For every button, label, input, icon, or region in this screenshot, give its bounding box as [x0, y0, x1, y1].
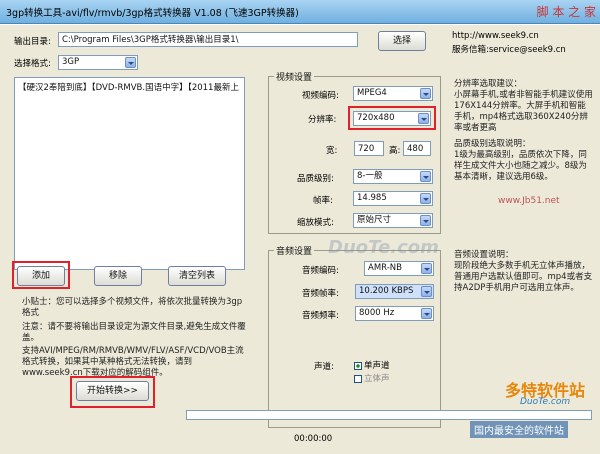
chevron-down-icon [421, 308, 432, 319]
fps-select[interactable]: 14.985 [353, 191, 433, 206]
main-panel: 输出目录: C:\Program Files\3GP格式转换器\输出目录1\ 选… [0, 25, 600, 454]
stereo-label: 立体声 [364, 374, 390, 384]
video-codec-value: MPEG4 [357, 88, 387, 98]
chevron-down-icon [420, 193, 431, 204]
height-input[interactable]: 480 [403, 141, 431, 156]
window-title: 3gp转换工具-avi/flv/rmvb/3gp格式转换器 V1.08 (飞速3… [6, 8, 299, 19]
choose-dir-button[interactable]: 选择 [378, 31, 426, 51]
chevron-down-icon [420, 171, 431, 182]
format-label: 选择格式: [14, 59, 51, 69]
chevron-down-icon [421, 263, 432, 274]
stereo-checkbox[interactable]: 立体声 [354, 372, 390, 384]
tip-warning: 注意：请不要将输出目录设定为源文件目录,避免生成文件覆盖。 [22, 322, 246, 343]
audio-codec-value: AMR-NB [368, 263, 402, 273]
chevron-down-icon [420, 215, 431, 226]
resolution-label: 分辨率: [308, 115, 337, 125]
quality-note: 1级为最高级别，品质依次下降，同样生成文件大小也随之减少。8级为基本清晰，建议选… [454, 150, 587, 182]
audio-bitrate-label: 音频帧率: [302, 289, 339, 299]
fps-label: 帧率: [313, 196, 333, 206]
chevron-down-icon [125, 57, 136, 68]
service-email: 服务信箱:service@seek9.cn [452, 45, 566, 55]
start-convert-button[interactable]: 开始转换>> [76, 381, 149, 401]
width-input[interactable]: 720 [354, 141, 384, 156]
progress-bar [186, 410, 592, 420]
file-list[interactable]: 【硬汉2奉陪到底】【DVD-RMVB.国语中字】【2011最新上 [14, 77, 245, 270]
scale-mode-value: 原始尺寸 [357, 215, 392, 225]
audio-rate-select[interactable]: 8000 Hz [355, 306, 434, 321]
audio-rate-value: 8000 Hz [359, 308, 395, 318]
video-codec-select[interactable]: MPEG4 [353, 86, 433, 101]
audio-rate-label: 音频频率: [302, 311, 339, 321]
brand-slogan: 国内最安全的软件站 [470, 421, 568, 438]
audio-codec-label: 音频编码: [302, 266, 339, 276]
width-label: 宽: [326, 146, 338, 156]
check-icon [354, 361, 362, 370]
video-codec-label: 视频编码: [302, 91, 339, 101]
mono-checkbox[interactable]: 单声道 [354, 359, 390, 371]
watermark-jb51: www.Jb51.net [498, 196, 560, 206]
title-bar: 3gp转换工具-avi/flv/rmvb/3gp格式转换器 V1.08 (飞速3… [0, 0, 600, 24]
scale-mode-select[interactable]: 原始尺寸 [353, 213, 433, 228]
format-select[interactable]: 3GP [58, 55, 138, 70]
brand-url: DuoTe.com [520, 397, 571, 407]
audio-codec-select[interactable]: AMR-NB [364, 261, 434, 276]
mono-label: 单声道 [364, 361, 390, 371]
video-settings-title: 视频设置 [274, 70, 315, 83]
audio-bitrate-value: 10.200 KBPS [359, 286, 414, 296]
height-label: 高: [389, 146, 401, 156]
site-url: http://www.seek9.cn [452, 31, 539, 41]
output-dir-label: 输出目录: [14, 37, 51, 47]
channel-label: 声道: [314, 362, 334, 372]
elapsed-time: 00:00:00 [294, 434, 333, 444]
chevron-down-icon [418, 113, 429, 124]
remove-button[interactable]: 移除 [94, 266, 142, 286]
quality-value: 8-一般 [357, 171, 383, 181]
add-button[interactable]: 添加 [17, 266, 65, 286]
resolution-value: 720x480 [357, 113, 395, 123]
watermark-site: 脚 本 之 家 [536, 5, 596, 19]
watermark-duote: DuoTe.com [328, 237, 439, 258]
quality-select[interactable]: 8-一般 [353, 169, 433, 184]
audio-settings-title: 音频设置 [274, 244, 315, 257]
file-list-item[interactable]: 【硬汉2奉陪到底】【DVD-RMVB.国语中字】【2011最新上 [18, 81, 241, 93]
quality-note-title: 品质级别选取说明： [454, 139, 531, 149]
format-value: 3GP [62, 57, 80, 67]
resolution-note: 小屏幕手机,或者非智能手机建议使用176X144分辨率。大屏手机和智能手机，mp… [454, 90, 593, 133]
output-dir-input[interactable]: C:\Program Files\3GP格式转换器\输出目录1\ [58, 32, 358, 47]
fps-value: 14.985 [357, 193, 387, 203]
chevron-down-icon [420, 88, 431, 99]
clear-list-button[interactable]: 清空列表 [168, 266, 226, 286]
scale-mode-label: 缩放模式: [297, 218, 334, 228]
chevron-down-icon [421, 286, 432, 297]
audio-note: 现阶段绝大多数手机无立体声播放，普通用户选默认值即可。mp4或者支持A2DP手机… [454, 261, 593, 293]
checkbox-icon [354, 374, 362, 383]
tip-formats: 支持AVI/MPEG/RM/RMVB/WMV/FLV/ASF/VCD/VOB主流… [22, 346, 244, 378]
quality-label: 品质级别: [297, 174, 334, 184]
audio-bitrate-select[interactable]: 10.200 KBPS [355, 284, 434, 299]
resolution-note-title: 分辨率选取建议： [454, 79, 523, 89]
audio-settings-group [268, 250, 441, 428]
resolution-select[interactable]: 720x480 [353, 111, 431, 126]
audio-note-title: 音频设置说明： [454, 250, 514, 260]
tip-batch: 小贴士：您可以选择多个视频文件，将依次批量转换为3gp格式 [22, 297, 243, 318]
